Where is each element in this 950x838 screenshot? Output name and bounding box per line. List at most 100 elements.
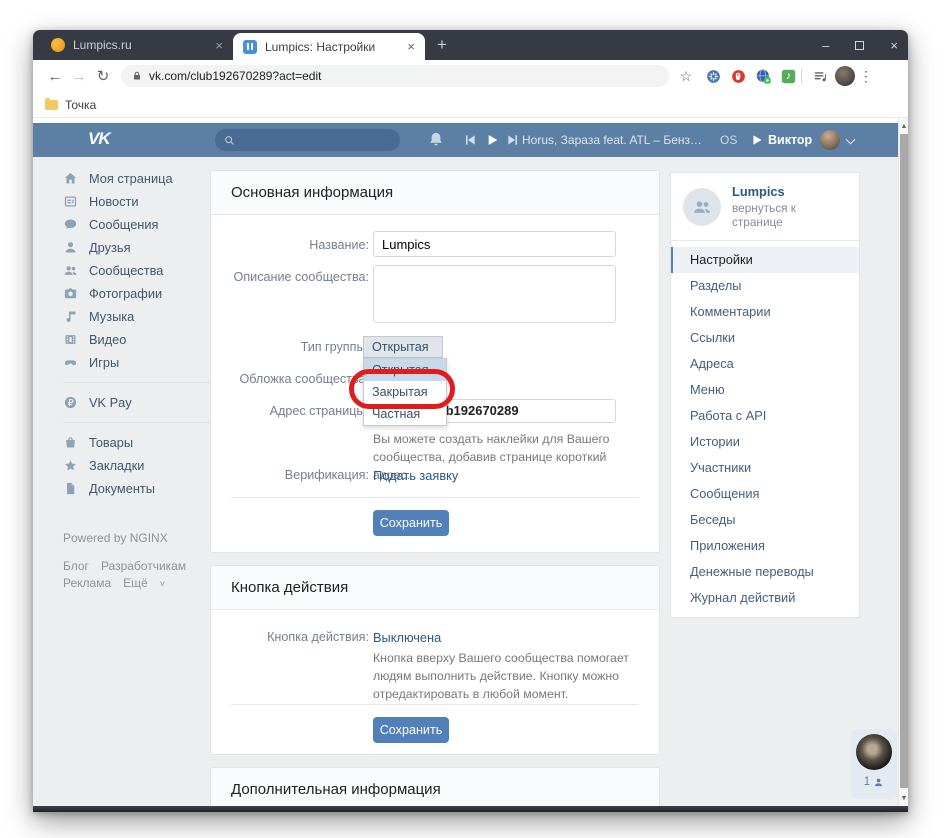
sidebar-item-news[interactable]: Новости — [63, 190, 213, 213]
left-sidebar: Моя страница Новости Сообщения Друзья Со… — [63, 167, 213, 593]
settings-menu-item-addresses[interactable]: Адреса — [671, 351, 859, 377]
bookmark-star-icon[interactable]: ☆ — [675, 68, 697, 85]
sidebar-item-my-page[interactable]: Моя страница — [63, 167, 213, 190]
new-tab-button[interactable]: + — [437, 35, 447, 55]
film-icon — [65, 335, 76, 344]
tab-close-icon[interactable]: × — [407, 39, 415, 54]
scroll-down-icon[interactable]: ▼ — [899, 795, 908, 802]
save-button[interactable]: Сохранить — [373, 717, 449, 743]
dropdown-option-closed[interactable]: Закрытая — [364, 381, 446, 403]
music-extension-icon[interactable]: ♪ — [780, 68, 797, 85]
tab-lumpics-ru[interactable]: Lumpics.ru × — [41, 30, 233, 60]
maximize-button[interactable] — [855, 40, 865, 50]
section-title: Основная информация — [211, 171, 659, 215]
action-button-hint: Кнопка вверху Вашего сообщества помогает… — [373, 651, 629, 701]
sidebar-label: Музыка — [89, 309, 135, 324]
lumpics-favicon-icon — [51, 38, 65, 52]
community-avatar[interactable] — [683, 187, 721, 226]
reload-button[interactable]: ↻ — [91, 67, 115, 85]
vk-logo[interactable]: VK — [88, 129, 111, 149]
settings-menu-item-api[interactable]: Работа с API — [671, 403, 859, 429]
settings-menu-item-members[interactable]: Участники — [671, 455, 859, 481]
settings-menu-item-chats[interactable]: Беседы — [671, 507, 859, 533]
settings-menu-item-links[interactable]: Ссылки — [671, 325, 859, 351]
main-column: Основная информация Название: Описание с… — [210, 118, 660, 806]
minimize-button[interactable]: – — [822, 38, 829, 53]
sidebar-item-games[interactable]: Игры — [63, 351, 213, 374]
address-label: Адрес страницы: — [269, 404, 369, 418]
news-icon — [64, 196, 77, 207]
community-name-link[interactable]: Lumpics — [732, 184, 847, 199]
settings-menu-item-comments[interactable]: Комментарии — [671, 299, 859, 325]
sidebar-item-messages[interactable]: Сообщения — [63, 213, 213, 236]
vk-pause-favicon-icon — [243, 39, 257, 54]
settings-sidebar: Lumpics вернуться к странице Настройки Р… — [670, 172, 860, 618]
sidebar-item-bookmarks[interactable]: Закладки — [63, 454, 213, 477]
tab-title: Lumpics.ru — [73, 38, 132, 52]
dropdown-option-open[interactable]: Открытая — [364, 359, 446, 381]
sidebar-label: Друзья — [89, 240, 131, 255]
chrome-menu-icon[interactable]: ⋮ — [855, 68, 877, 85]
sidebar-item-communities[interactable]: Сообщества — [63, 259, 213, 282]
page-scrollbar[interactable]: ▲ ▼ — [898, 118, 908, 806]
sidebar-item-vk-pay[interactable]: VK Pay — [63, 391, 213, 414]
music-note-icon — [66, 311, 76, 322]
user-avatar[interactable] — [820, 130, 840, 150]
settings-menu-item-stories[interactable]: Истории — [671, 429, 859, 455]
tab-vk-settings[interactable]: Lumpics: Настройки × — [233, 33, 425, 60]
star-icon — [65, 460, 76, 471]
sidebar-label: VK Pay — [89, 395, 132, 410]
settings-menu-item-settings[interactable]: Настройки — [671, 247, 859, 273]
dropdown-option-private[interactable]: Частная — [364, 403, 446, 425]
chevron-down-icon[interactable] — [845, 134, 856, 145]
sidebar-label: Фотографии — [89, 286, 163, 301]
forward-button[interactable]: → — [67, 68, 91, 85]
settings-menu-item-apps[interactable]: Приложения — [671, 533, 859, 559]
tab-title: Lumpics: Настройки — [265, 39, 376, 54]
group-type-select[interactable]: Открытая — [363, 336, 443, 358]
sidebar-label: Видео — [89, 332, 127, 347]
sidebar-item-goods[interactable]: Товары — [63, 431, 213, 454]
tab-close-icon[interactable]: × — [215, 38, 223, 53]
verification-request-link[interactable]: Подать заявку — [373, 468, 458, 483]
settings-menu-item-sections[interactable]: Разделы — [671, 273, 859, 299]
footer-link-developers[interactable]: Разработчикам — [101, 559, 186, 573]
user-name[interactable]: Виктор — [768, 133, 812, 147]
community-name-input[interactable] — [373, 231, 616, 257]
back-button[interactable]: ← — [43, 68, 67, 85]
bookmark-tochka[interactable]: Точка — [65, 98, 96, 112]
back-to-page-link[interactable]: вернуться к странице — [732, 201, 847, 229]
settings-menu-item-money-transfers[interactable]: Денежные переводы — [671, 559, 859, 585]
scrollbar-thumb[interactable] — [900, 134, 908, 788]
save-button[interactable]: Сохранить — [373, 510, 449, 536]
sidebar-item-video[interactable]: Видео — [63, 328, 213, 351]
translate-globe-extension-icon[interactable] — [755, 68, 772, 85]
vk-helper-extension-icon[interactable] — [705, 68, 722, 85]
settings-menu-item-messages[interactable]: Сообщения — [671, 481, 859, 507]
settings-menu-item-action-log[interactable]: Журнал действий — [671, 585, 859, 611]
close-button[interactable]: × — [890, 38, 898, 53]
adblock-hand-extension-icon[interactable] — [730, 68, 747, 85]
name-label: Название: — [309, 238, 369, 252]
sidebar-label: Новости — [89, 194, 139, 209]
address-bar[interactable]: vk.com/club192670289?act=edit — [121, 65, 669, 87]
additional-info-card: Дополнительная информация — [210, 767, 660, 806]
scroll-up-icon[interactable]: ▲ — [899, 123, 908, 130]
community-description-textarea[interactable] — [373, 265, 616, 323]
action-button-status-link[interactable]: Выключена — [373, 630, 441, 645]
browser-profile-avatar[interactable] — [835, 66, 855, 86]
mini-play-icon[interactable] — [749, 130, 764, 150]
sidebar-item-documents[interactable]: Документы — [63, 477, 213, 500]
footer-link-blog[interactable]: Блог — [63, 559, 89, 573]
playlist-icon[interactable] — [812, 68, 829, 85]
sidebar-item-music[interactable]: Музыка — [63, 305, 213, 328]
sidebar-item-friends[interactable]: Друзья — [63, 236, 213, 259]
gamepad-icon — [64, 360, 77, 366]
sidebar-item-photos[interactable]: Фотографии — [63, 282, 213, 305]
footer-link-more[interactable]: Ещё — [123, 576, 148, 590]
online-friend-widget[interactable]: 1 — [851, 729, 897, 799]
settings-menu-item-menu[interactable]: Меню — [671, 377, 859, 403]
people-icon — [64, 266, 77, 275]
footer-link-ads[interactable]: Реклама — [63, 576, 111, 590]
person-icon — [65, 242, 76, 253]
